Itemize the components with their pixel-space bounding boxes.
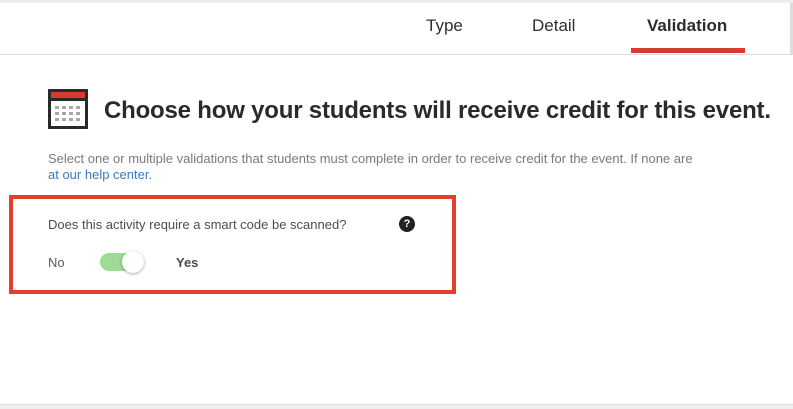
active-tab-indicator [631, 48, 745, 53]
tab-bar: Type Detail Validation [0, 3, 793, 55]
tab-validation[interactable]: Validation [647, 16, 727, 36]
validation-page: Type Detail Validation Choose how your s… [0, 0, 793, 409]
section-heading: Choose how your students will receive cr… [104, 97, 771, 124]
toggle-knob [122, 251, 144, 273]
help-center-link[interactable]: at our help center. [48, 167, 152, 182]
tab-type[interactable]: Type [426, 16, 463, 36]
bottom-border [0, 404, 793, 409]
question-circle-icon[interactable]: ? [399, 216, 415, 232]
section-description: Select one or multiple validations that … [48, 151, 693, 166]
smart-code-question: Does this activity require a smart code … [48, 217, 347, 232]
tab-detail[interactable]: Detail [532, 16, 575, 36]
highlight-annotation-box [9, 195, 456, 294]
toggle-label-no: No [48, 255, 65, 270]
smart-code-toggle[interactable] [100, 251, 144, 273]
calendar-icon [48, 89, 88, 129]
toggle-label-yes: Yes [176, 255, 199, 270]
